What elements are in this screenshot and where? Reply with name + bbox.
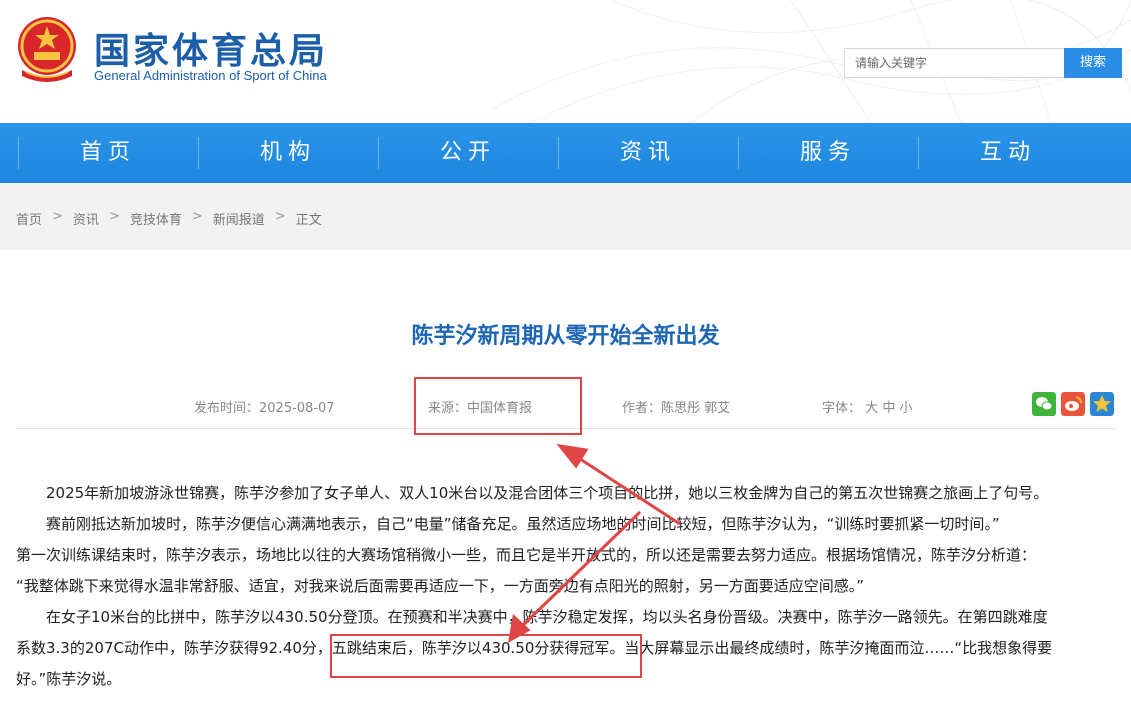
breadcrumb-competitive-sports[interactable]: 竞技体育 (130, 209, 182, 228)
paragraph-text: 当大屏幕显示出最终成绩时，陈芋汐掩面而泣……“比我想象得要 (624, 639, 1053, 657)
wechat-icon[interactable] (1032, 392, 1056, 416)
font-size-medium[interactable]: 中 (882, 401, 895, 416)
article-author: 作者：陈思彤 郭艾 (622, 401, 731, 416)
search-button[interactable]: 搜索 (1064, 48, 1122, 78)
breadcrumb-home[interactable]: 首页 (16, 209, 42, 228)
site-subtitle: General Administration of Sport of China (94, 68, 327, 83)
breadcrumb-news-reports[interactable]: 新闻报道 (213, 209, 265, 228)
nav-item-interaction[interactable]: 互动 (918, 123, 1098, 183)
paragraph-text: 系数3.3的207C动作中，陈芋汐获得92.40分， (16, 639, 332, 657)
nav-item-news[interactable]: 资讯 (558, 123, 738, 183)
paragraph-1: 2025年新加坡游泳世锦赛，陈芋汐参加了女子单人、双人10米台以及混合团体三个项… (16, 478, 1116, 509)
paragraph-text: 赛前刚抵达新加坡时，陈芋汐便信心满满地表示，自己“电量”储备充足。虽然适应场地的… (46, 515, 1000, 533)
breadcrumb-separator: > (52, 209, 63, 224)
weibo-icon[interactable] (1061, 392, 1085, 416)
search-input[interactable]: 请输入关键字 (844, 48, 1066, 78)
paragraph-text: 在女子10米台的比拼中，陈芋汐以430.50分登顶。在预赛和半决赛中，陈芋汐稳定… (46, 608, 1048, 626)
nav-item-home[interactable]: 首页 (18, 123, 198, 183)
paragraph-text: 好。”陈芋汐说。 (16, 670, 122, 688)
publish-date: 发布时间：2025-08-07 (194, 401, 335, 416)
breadcrumb-separator: > (274, 209, 286, 224)
nav-item-organization[interactable]: 机构 (198, 123, 378, 183)
font-size-control: 字体： 大 中 小 (822, 397, 912, 416)
breadcrumb-separator: > (108, 209, 120, 224)
site-header: 国家体育总局 General Administration of Sport o… (0, 0, 1131, 123)
site-title[interactable]: 国家体育总局 (94, 22, 328, 74)
font-size-label: 字体： (822, 401, 862, 416)
nav-item-public[interactable]: 公开 (378, 123, 558, 183)
paragraph-text: 2025年新加坡游泳世锦赛，陈芋汐参加了女子单人、双人10米台以及混合团体三个项… (46, 484, 1049, 502)
breadcrumb-news[interactable]: 资讯 (73, 209, 99, 228)
font-size-large[interactable]: 大 (865, 401, 878, 416)
national-emblem-logo[interactable] (14, 14, 80, 84)
favorite-star-icon[interactable] (1090, 392, 1114, 416)
breadcrumb-current: 正文 (295, 213, 322, 228)
main-nav: 首页 机构 公开 资讯 服务 互动 (0, 123, 1131, 183)
paragraph-text: “我整体跳下来觉得水温非常舒服、适宜，对我来说后面需要再适应一下，一方面旁边有点… (16, 577, 865, 595)
paragraph-2: 赛前刚抵达新加坡时，陈芋汐便信心满满地表示，自己“电量”储备充足。虽然适应场地的… (16, 509, 1116, 602)
paragraph-text: 第一次训练课结束时，陈芋汐表示，场地比以往的大赛场馆稍微小一些，而且它是半开放式… (16, 546, 1037, 564)
nav-item-services[interactable]: 服务 (738, 123, 918, 183)
font-size-small[interactable]: 小 (899, 401, 912, 416)
champion-highlight-box (330, 634, 642, 678)
breadcrumb-separator: > (191, 209, 203, 224)
breadcrumb-bar: 首页 > 资讯 > 竞技体育 > 新闻报道 > 正文 (0, 183, 1131, 250)
source-highlight-box (414, 377, 582, 435)
article-title: 陈芋汐新周期从零开始全新出发 (411, 324, 720, 349)
breadcrumb: 首页 > 资讯 > 竞技体育 > 新闻报道 > 正文 (16, 209, 322, 228)
